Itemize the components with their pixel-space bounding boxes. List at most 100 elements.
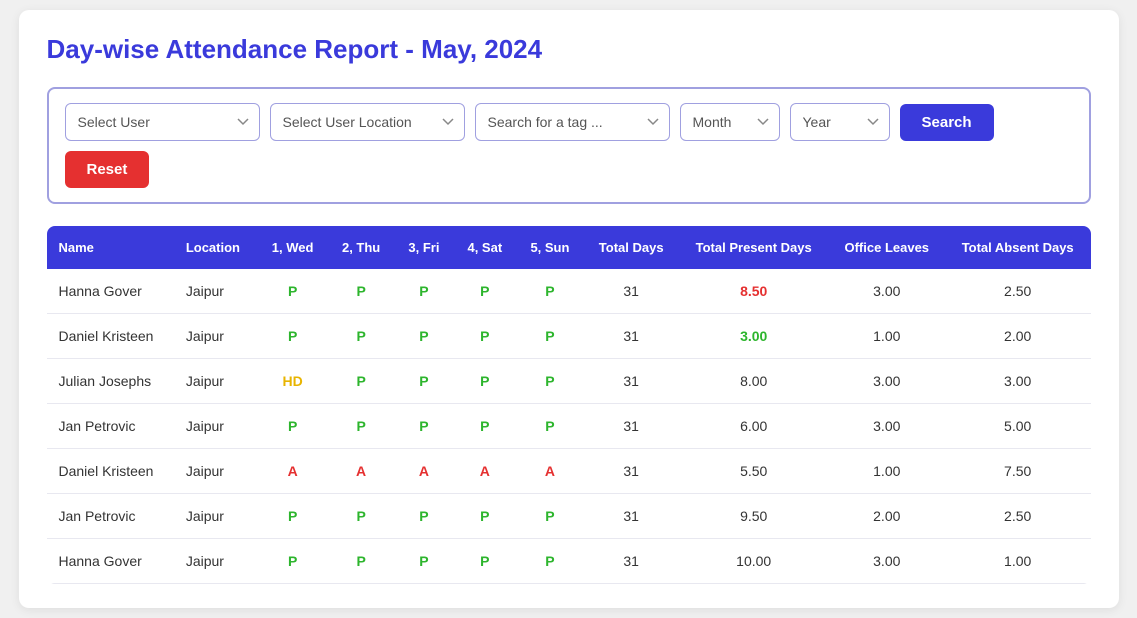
cell-location: Jaipur [174, 449, 258, 494]
cell-day3: P [394, 494, 453, 539]
table-header-row: Name Location 1, Wed 2, Thu 3, Fri 4, Sa… [47, 226, 1091, 269]
cell-day5: P [516, 269, 583, 314]
location-select[interactable]: Select User Location [270, 103, 465, 141]
tag-select[interactable]: Search for a tag ... [475, 103, 670, 141]
reset-button[interactable]: Reset [65, 151, 150, 188]
table-row: Daniel Kristeen Jaipur PPPPP 31 3.00 1.0… [47, 314, 1091, 359]
cell-total-present: 3.00 [679, 314, 829, 359]
cell-day4: P [453, 494, 516, 539]
cell-day1: HD [257, 359, 327, 404]
cell-location: Jaipur [174, 359, 258, 404]
cell-total-present: 10.00 [679, 539, 829, 584]
cell-total-present: 5.50 [679, 449, 829, 494]
cell-day3: A [394, 449, 453, 494]
col-total-present: Total Present Days [679, 226, 829, 269]
cell-location: Jaipur [174, 494, 258, 539]
year-select[interactable]: Year [790, 103, 890, 141]
cell-day1: P [257, 314, 327, 359]
cell-day2: P [328, 314, 395, 359]
cell-day1: A [257, 449, 327, 494]
cell-total-absent: 2.00 [945, 314, 1091, 359]
cell-name: Jan Petrovic [47, 494, 174, 539]
search-button[interactable]: Search [900, 104, 994, 141]
cell-total-absent: 2.50 [945, 494, 1091, 539]
cell-location: Jaipur [174, 539, 258, 584]
cell-total-days: 31 [584, 494, 679, 539]
cell-office-leaves: 3.00 [829, 269, 945, 314]
cell-day3: P [394, 404, 453, 449]
cell-total-present: 6.00 [679, 404, 829, 449]
cell-day4: P [453, 539, 516, 584]
cell-total-days: 31 [584, 539, 679, 584]
cell-total-days: 31 [584, 359, 679, 404]
cell-day1: P [257, 269, 327, 314]
cell-day2: P [328, 404, 395, 449]
cell-total-days: 31 [584, 404, 679, 449]
cell-day5: P [516, 404, 583, 449]
cell-total-present: 8.00 [679, 359, 829, 404]
cell-day2: P [328, 359, 395, 404]
cell-total-present: 9.50 [679, 494, 829, 539]
cell-day1: P [257, 494, 327, 539]
cell-day5: P [516, 359, 583, 404]
cell-total-present: 8.50 [679, 269, 829, 314]
user-select[interactable]: Select User [65, 103, 260, 141]
cell-name: Julian Josephs [47, 359, 174, 404]
col-day5: 5, Sun [516, 226, 583, 269]
cell-total-absent: 5.00 [945, 404, 1091, 449]
cell-day1: P [257, 404, 327, 449]
month-select[interactable]: Month [680, 103, 780, 141]
table-row: Hanna Gover Jaipur PPPPP 31 8.50 3.00 2.… [47, 269, 1091, 314]
cell-name: Hanna Gover [47, 539, 174, 584]
cell-day1: P [257, 539, 327, 584]
cell-day4: P [453, 269, 516, 314]
cell-day5: A [516, 449, 583, 494]
filters-bar: Select User Select User Location Search … [47, 87, 1091, 204]
col-office-leaves: Office Leaves [829, 226, 945, 269]
cell-total-absent: 3.00 [945, 359, 1091, 404]
cell-day2: P [328, 269, 395, 314]
table-row: Daniel Kristeen Jaipur AAAAA 31 5.50 1.0… [47, 449, 1091, 494]
cell-day4: P [453, 359, 516, 404]
cell-name: Daniel Kristeen [47, 314, 174, 359]
col-total-days: Total Days [584, 226, 679, 269]
cell-total-absent: 2.50 [945, 269, 1091, 314]
cell-total-days: 31 [584, 269, 679, 314]
cell-day2: P [328, 494, 395, 539]
cell-office-leaves: 3.00 [829, 539, 945, 584]
cell-total-days: 31 [584, 449, 679, 494]
cell-day3: P [394, 314, 453, 359]
col-location: Location [174, 226, 258, 269]
table-row: Jan Petrovic Jaipur PPPPP 31 9.50 2.00 2… [47, 494, 1091, 539]
cell-day5: P [516, 494, 583, 539]
cell-location: Jaipur [174, 404, 258, 449]
cell-name: Jan Petrovic [47, 404, 174, 449]
table-row: Julian Josephs Jaipur HDPPPP 31 8.00 3.0… [47, 359, 1091, 404]
cell-office-leaves: 2.00 [829, 494, 945, 539]
col-name: Name [47, 226, 174, 269]
cell-name: Hanna Gover [47, 269, 174, 314]
col-day4: 4, Sat [453, 226, 516, 269]
attendance-table-wrap: Name Location 1, Wed 2, Thu 3, Fri 4, Sa… [47, 226, 1091, 584]
cell-office-leaves: 1.00 [829, 314, 945, 359]
cell-day2: A [328, 449, 395, 494]
main-container: Day-wise Attendance Report - May, 2024 S… [19, 10, 1119, 608]
col-total-absent: Total Absent Days [945, 226, 1091, 269]
cell-total-days: 31 [584, 314, 679, 359]
cell-day4: P [453, 314, 516, 359]
cell-day4: A [453, 449, 516, 494]
col-day3: 3, Fri [394, 226, 453, 269]
cell-day3: P [394, 539, 453, 584]
col-day2: 2, Thu [328, 226, 395, 269]
cell-day3: P [394, 269, 453, 314]
cell-day5: P [516, 539, 583, 584]
cell-office-leaves: 3.00 [829, 359, 945, 404]
table-row: Jan Petrovic Jaipur PPPPP 31 6.00 3.00 5… [47, 404, 1091, 449]
table-row: Hanna Gover Jaipur PPPPP 31 10.00 3.00 1… [47, 539, 1091, 584]
cell-total-absent: 7.50 [945, 449, 1091, 494]
attendance-table: Name Location 1, Wed 2, Thu 3, Fri 4, Sa… [47, 226, 1091, 584]
col-day1: 1, Wed [257, 226, 327, 269]
cell-office-leaves: 1.00 [829, 449, 945, 494]
cell-location: Jaipur [174, 269, 258, 314]
page-title: Day-wise Attendance Report - May, 2024 [47, 34, 1091, 65]
